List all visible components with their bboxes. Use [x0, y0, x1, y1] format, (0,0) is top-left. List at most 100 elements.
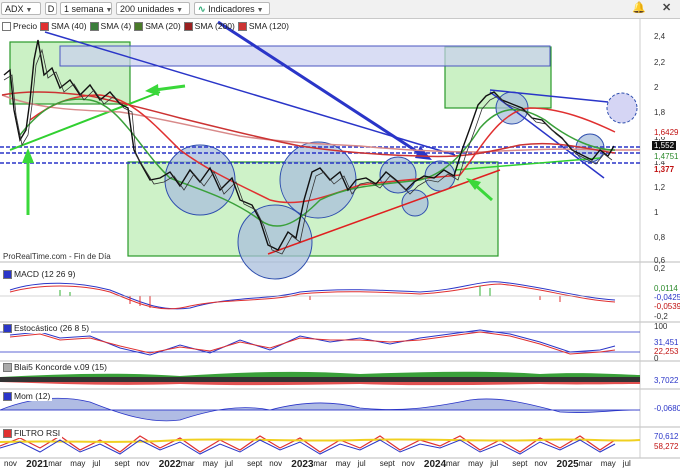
rsi-red[interactable] [0, 435, 616, 453]
rsi-value: 58,272 [654, 442, 679, 451]
time-axis-label: jul [225, 459, 234, 468]
price-tag: 1,4751 [652, 152, 680, 161]
time-axis-label: jul [357, 459, 366, 468]
stoch-k[interactable] [9, 329, 616, 356]
time-axis-label: nov [136, 459, 150, 468]
arrow-left[interactable] [154, 84, 186, 92]
source-label: ProRealTime.com - Fin de Día [3, 252, 111, 261]
price-axis-label: 2 [654, 83, 659, 92]
swatch [237, 21, 247, 31]
legend-sma20[interactable]: SMA (20) [134, 20, 181, 32]
mom-area[interactable] [0, 397, 641, 422]
stoch-value: 31,451 [654, 338, 679, 347]
swatch [89, 21, 99, 31]
macd-title[interactable]: MACD (12 26 9) [3, 269, 78, 279]
time-axis-label: 2025 [556, 459, 579, 470]
swatch [3, 269, 12, 279]
rsi-yellow[interactable] [0, 438, 641, 443]
macd-histogram-pos [59, 286, 491, 296]
legend-sma40-label: SMA (40) [51, 21, 87, 31]
stoch-axis: 0 [654, 354, 659, 363]
rsi-title[interactable]: FILTRO RSI [3, 428, 63, 438]
macd-axis: 0,2 [654, 264, 666, 273]
rsi-label: FILTRO RSI [14, 428, 61, 438]
time-axis: nov 2021 mar may jul sept nov 2022 mar may jul sept… [0, 459, 640, 471]
time-axis-label: mar [313, 459, 328, 468]
mom-label: Mom (12) [14, 391, 51, 401]
koncorde-green [0, 371, 640, 377]
legend-sma4[interactable]: SMA (4) [89, 20, 132, 32]
time-axis-label: mar [578, 459, 593, 468]
circle-annotation[interactable] [401, 189, 429, 217]
price-axis-label: 0,8 [654, 233, 666, 242]
time-axis-label: 2024 [423, 459, 447, 470]
macd-value: -0,0425 [654, 293, 680, 302]
time-axis-label: may [335, 459, 351, 468]
koncorde-label: Blai5 Koncorde v.09 (15) [14, 362, 107, 372]
swatch [134, 21, 144, 31]
legend-sma200[interactable]: SMA (200) [183, 20, 235, 32]
chart-canvas [0, 18, 680, 459]
time-axis-label: nov [401, 459, 415, 468]
circle-annotation[interactable] [606, 92, 638, 124]
swatch [3, 391, 12, 401]
legend-sma200-label: SMA (200) [194, 21, 235, 31]
legend-sma20-label: SMA (20) [145, 21, 181, 31]
koncorde-red [0, 382, 640, 386]
stoch-label: Estocástico (26 8 5) [14, 323, 90, 333]
time-axis-label: mar [180, 459, 195, 468]
time-axis-label: 2021 [26, 459, 49, 470]
price-axis-label: 2,2 [654, 58, 666, 67]
resistance-box[interactable] [59, 45, 551, 67]
time-axis-label: sept [247, 459, 263, 468]
swatch [3, 362, 12, 372]
swatch [183, 21, 193, 31]
price-tag: 1,377 [652, 165, 677, 174]
macd-line[interactable] [9, 281, 616, 310]
time-axis-label: sept [512, 459, 528, 468]
time-axis-label: nov [269, 459, 283, 468]
macd-value: 0,0114 [654, 284, 678, 293]
legend-price-label: Precio [13, 21, 38, 31]
swatch [3, 323, 12, 333]
rsi-value: 70,612 [654, 432, 679, 441]
time-axis-label: may [70, 459, 86, 468]
time-axis-label: may [468, 459, 484, 468]
time-axis-label: nov [534, 459, 548, 468]
stoch-d[interactable] [9, 331, 616, 355]
legend-sma120[interactable]: SMA (120) [237, 20, 289, 32]
swatch [2, 21, 11, 31]
stoch-title[interactable]: Estocástico (26 8 5) [3, 323, 92, 333]
arrow-head [22, 148, 34, 163]
time-axis-label: jul [490, 459, 499, 468]
time-axis-label: mar [446, 459, 460, 468]
legend-sma4-label: SMA (4) [100, 21, 132, 31]
price-tag-current: 1,552 [652, 141, 677, 150]
macd-value: -0,0539 [654, 302, 680, 311]
time-axis-label: 2023 [291, 459, 314, 470]
time-axis-label: may [202, 459, 219, 468]
time-axis-label: mar [48, 459, 62, 468]
swatch [3, 428, 12, 438]
price-axis-label: 1 [654, 208, 659, 217]
macd-label: MACD (12 26 9) [14, 269, 76, 279]
koncorde-title[interactable]: Blai5 Koncorde v.09 (15) [3, 362, 109, 372]
price-tag: 1,6429 [652, 128, 680, 137]
mom-value: -0,0680 [654, 404, 680, 413]
stoch-axis: 100 [654, 322, 668, 331]
macd-histogram [129, 296, 561, 308]
time-axis-label: 2022 [158, 459, 181, 470]
legend-sma40[interactable]: SMA (40) [40, 20, 87, 32]
price-axis-label: 1,2 [654, 183, 666, 192]
time-axis-label: jul [622, 459, 631, 468]
legend-price[interactable]: Precio [2, 20, 37, 32]
time-axis-label: nov [4, 459, 17, 468]
indicator-legend: Precio SMA (40) SMA (4) SMA (20) SMA (20… [2, 20, 289, 32]
legend-sma120-label: SMA (120) [248, 21, 289, 31]
mom-title[interactable]: Mom (12) [3, 391, 53, 401]
time-axis-label: sept [379, 459, 395, 468]
time-axis-label: jul [92, 459, 101, 468]
swatch [40, 21, 50, 31]
koncorde-base [0, 377, 640, 382]
koncorde-value: 3,7022 [654, 376, 679, 385]
